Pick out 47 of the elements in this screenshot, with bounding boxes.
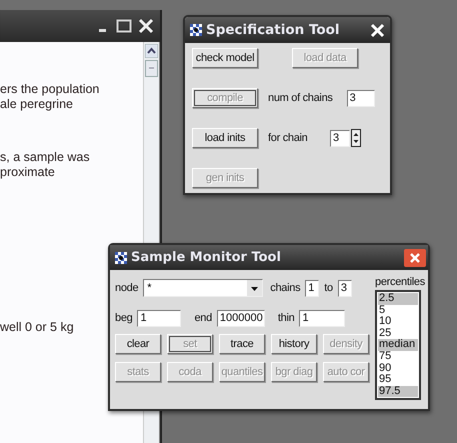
tool-button[interactable]: history — [271, 334, 317, 354]
window-title: Specification Tool — [206, 22, 341, 38]
field-label: end — [194, 312, 212, 324]
thin-field[interactable]: 1 — [299, 310, 346, 326]
spin-arrows-icon[interactable] — [351, 129, 361, 147]
list-item[interactable]: 25 — [378, 328, 418, 340]
field-label: num of chains — [268, 92, 333, 104]
list-item[interactable]: 2.5 — [378, 293, 418, 305]
list-item[interactable]: 10 — [378, 316, 418, 328]
maximize-icon[interactable] — [116, 19, 132, 33]
list-item[interactable]: 5 — [378, 304, 418, 316]
tool-button[interactable]: trace — [219, 334, 265, 354]
tool-button[interactable]: check model — [192, 48, 258, 68]
window-title: Sample Monitor Tool — [131, 250, 282, 265]
field-label: for chain — [268, 132, 308, 144]
text-line: ale peregrine — [0, 97, 74, 112]
node-combo-box[interactable]: * — [143, 279, 264, 297]
field-label: chains — [270, 282, 300, 294]
app-icon — [115, 252, 127, 264]
close-button-icon[interactable] — [404, 248, 426, 266]
chain-to-field[interactable]: 3 — [338, 280, 352, 296]
text-line: ers the population — [0, 82, 100, 97]
close-icon[interactable] — [138, 18, 154, 34]
scroll-up-icon[interactable] — [145, 44, 158, 58]
app-icon — [190, 24, 202, 36]
list-item[interactable]: 97.5 — [378, 386, 418, 398]
field-label: thin — [278, 312, 294, 324]
text-line: proximate — [0, 165, 56, 180]
end-field[interactable]: 1000000 — [216, 310, 265, 326]
tool-button[interactable]: load inits — [192, 128, 258, 148]
list-item[interactable]: 95 — [378, 374, 418, 386]
spinner-field[interactable]: 3 — [330, 130, 350, 146]
list-item[interactable]: 75 — [378, 350, 418, 363]
list-label: percentiles — [375, 276, 425, 288]
field-label: node — [115, 282, 138, 294]
scroll-thumb-icon[interactable] — [145, 60, 158, 77]
field-label: to — [324, 282, 333, 294]
chain-from-field[interactable]: 1 — [305, 280, 320, 296]
field-label: beg — [115, 312, 132, 324]
begin-field[interactable]: 1 — [137, 310, 182, 326]
text-line: well 0 or 5 kg — [0, 320, 75, 335]
number-field[interactable]: 3 — [346, 90, 375, 106]
tool-button[interactable]: clear — [115, 334, 161, 354]
percentiles-list[interactable]: 2.5 5 10 25 median 75 90 95 97.5 — [375, 290, 421, 400]
text-line: s, a sample was — [0, 150, 91, 165]
list-item[interactable]: median — [378, 339, 418, 351]
list-item[interactable]: 90 — [378, 362, 418, 374]
